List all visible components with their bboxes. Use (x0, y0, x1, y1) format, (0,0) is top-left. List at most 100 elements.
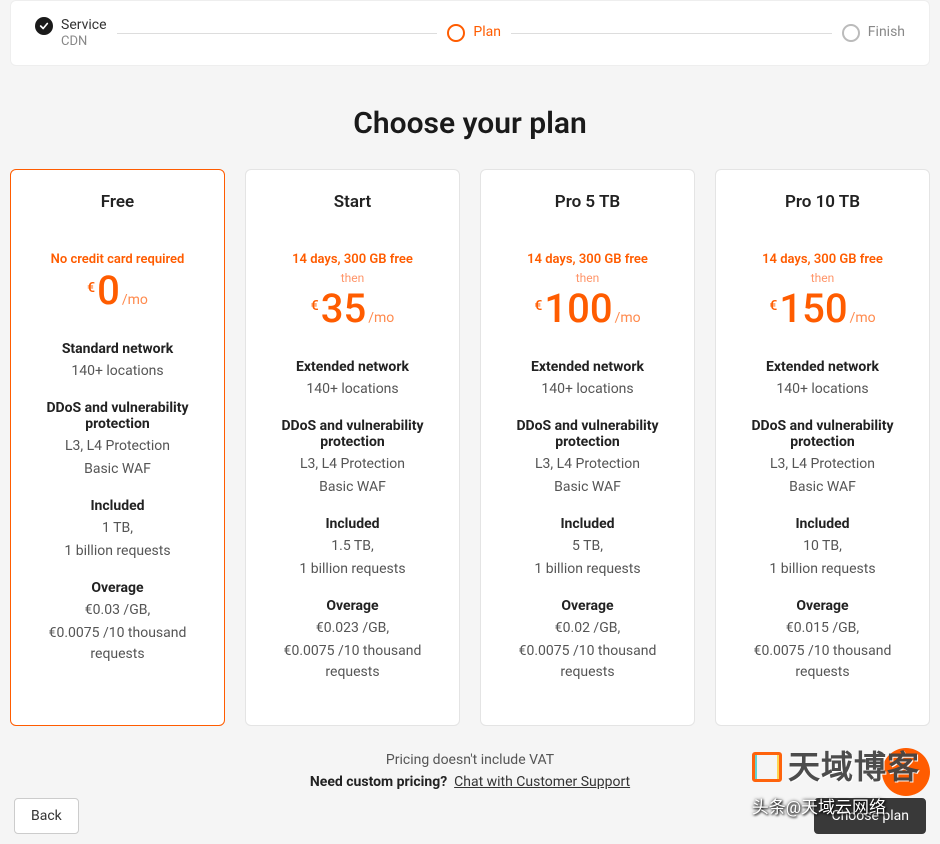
section-title: Extended network (256, 359, 449, 375)
section-line: L3, L4 Protection (256, 454, 449, 475)
plan-price: € 0 /mo (21, 271, 214, 311)
price-amount: 35 (321, 289, 366, 329)
step-plan: Plan (447, 24, 501, 42)
section-line: €0.0075 /10 thousand requests (491, 641, 684, 683)
promo-then: then (256, 271, 449, 285)
section-title: Included (256, 516, 449, 532)
ddos-section: DDoS and vulnerability protection L3, L4… (21, 400, 214, 480)
ddos-section: DDoS and vulnerability protection L3, L4… (491, 418, 684, 498)
section-line: 1 billion requests (491, 559, 684, 580)
network-section: Standard network 140+ locations (21, 341, 214, 382)
pricing-footer: Pricing doesn't include VAT Need custom … (0, 752, 940, 790)
included-section: Included 1.5 TB, 1 billion requests (256, 516, 449, 580)
section-line: Basic WAF (726, 477, 919, 498)
included-section: Included 5 TB, 1 billion requests (491, 516, 684, 580)
step-divider (117, 33, 438, 34)
section-line: 1 TB, (21, 518, 214, 539)
section-line: €0.0075 /10 thousand requests (726, 641, 919, 683)
section-line: €0.015 /GB, (726, 618, 919, 639)
plan-card[interactable]: Start 14 days, 300 GB free then € 35 /mo… (245, 169, 460, 726)
ddos-section: DDoS and vulnerability protection L3, L4… (726, 418, 919, 498)
step-sublabel: CDN (61, 34, 107, 50)
step-label: Plan (473, 24, 501, 40)
plan-price: € 100 /mo (491, 289, 684, 329)
section-line: 5 TB, (491, 536, 684, 557)
step-label: Service (61, 17, 107, 34)
section-line: €0.023 /GB, (256, 618, 449, 639)
section-line: L3, L4 Protection (491, 454, 684, 475)
section-line: 140+ locations (256, 379, 449, 400)
network-section: Extended network 140+ locations (491, 359, 684, 400)
promo-then: then (491, 271, 684, 285)
included-section: Included 1 TB, 1 billion requests (21, 498, 214, 562)
plan-promo: 14 days, 300 GB free (256, 252, 449, 269)
currency-symbol: € (534, 298, 542, 314)
overage-section: Overage €0.03 /GB, €0.0075 /10 thousand … (21, 580, 214, 665)
step-divider (511, 33, 832, 34)
section-title: Overage (491, 598, 684, 614)
section-line: €0.02 /GB, (491, 618, 684, 639)
price-period: /mo (122, 292, 148, 308)
progress-stepper: Service CDN Plan Finish (10, 0, 930, 66)
step-service: Service CDN (35, 17, 107, 49)
price-period: /mo (615, 310, 641, 326)
check-circle-icon (35, 17, 53, 35)
section-line: €0.0075 /10 thousand requests (21, 623, 214, 665)
currency-symbol: € (769, 298, 777, 314)
section-title: Included (726, 516, 919, 532)
network-section: Extended network 140+ locations (726, 359, 919, 400)
price-amount: 0 (97, 271, 120, 311)
section-line: Basic WAF (491, 477, 684, 498)
custom-pricing-prefix: Need custom pricing? (310, 774, 447, 790)
section-title: Included (21, 498, 214, 514)
back-button[interactable]: Back (14, 798, 79, 834)
plan-card[interactable]: Pro 10 TB 14 days, 300 GB free then € 15… (715, 169, 930, 726)
circle-icon (842, 24, 860, 42)
plans-grid: Free No credit card required € 0 /mo Sta… (0, 169, 940, 726)
price-period: /mo (368, 310, 394, 326)
chat-support-link[interactable]: Chat with Customer Support (454, 774, 630, 790)
section-line: Basic WAF (256, 477, 449, 498)
section-title: Extended network (491, 359, 684, 375)
plan-name: Free (21, 192, 214, 212)
step-label: Finish (868, 24, 905, 40)
step-finish: Finish (842, 24, 905, 42)
section-line: 1 billion requests (256, 559, 449, 580)
section-line: 140+ locations (726, 379, 919, 400)
overage-section: Overage €0.015 /GB, €0.0075 /10 thousand… (726, 598, 919, 683)
ddos-section: DDoS and vulnerability protection L3, L4… (256, 418, 449, 498)
plan-name: Pro 5 TB (491, 192, 684, 212)
section-line: L3, L4 Protection (726, 454, 919, 475)
plan-promo: 14 days, 300 GB free (491, 252, 684, 269)
section-title: DDoS and vulnerability protection (21, 400, 214, 432)
plan-card[interactable]: Free No credit card required € 0 /mo Sta… (10, 169, 225, 726)
price-amount: 100 (544, 289, 612, 329)
currency-symbol: € (87, 280, 95, 296)
section-line: Basic WAF (21, 459, 214, 480)
section-title: Overage (726, 598, 919, 614)
section-title: Overage (21, 580, 214, 596)
section-line: L3, L4 Protection (21, 436, 214, 457)
section-title: Extended network (726, 359, 919, 375)
vat-notice: Pricing doesn't include VAT (0, 752, 940, 768)
circle-icon (447, 24, 465, 42)
section-line: 140+ locations (21, 361, 214, 382)
section-line: 1 billion requests (21, 541, 214, 562)
section-title: DDoS and vulnerability protection (256, 418, 449, 450)
custom-pricing-line: Need custom pricing? Chat with Customer … (0, 774, 940, 790)
plan-promo: 14 days, 300 GB free (726, 252, 919, 269)
price-amount: 150 (779, 289, 847, 329)
section-line: 1 billion requests (726, 559, 919, 580)
bottom-bar: Back Choose plan (0, 798, 940, 834)
network-section: Extended network 140+ locations (256, 359, 449, 400)
section-title: Standard network (21, 341, 214, 357)
plan-price: € 150 /mo (726, 289, 919, 329)
section-line: €0.0075 /10 thousand requests (256, 641, 449, 683)
plan-card[interactable]: Pro 5 TB 14 days, 300 GB free then € 100… (480, 169, 695, 726)
section-line: 10 TB, (726, 536, 919, 557)
section-line: €0.03 /GB, (21, 600, 214, 621)
section-title: DDoS and vulnerability protection (726, 418, 919, 450)
section-title: DDoS and vulnerability protection (491, 418, 684, 450)
choose-plan-button[interactable]: Choose plan (814, 798, 926, 834)
section-line: 1.5 TB, (256, 536, 449, 557)
